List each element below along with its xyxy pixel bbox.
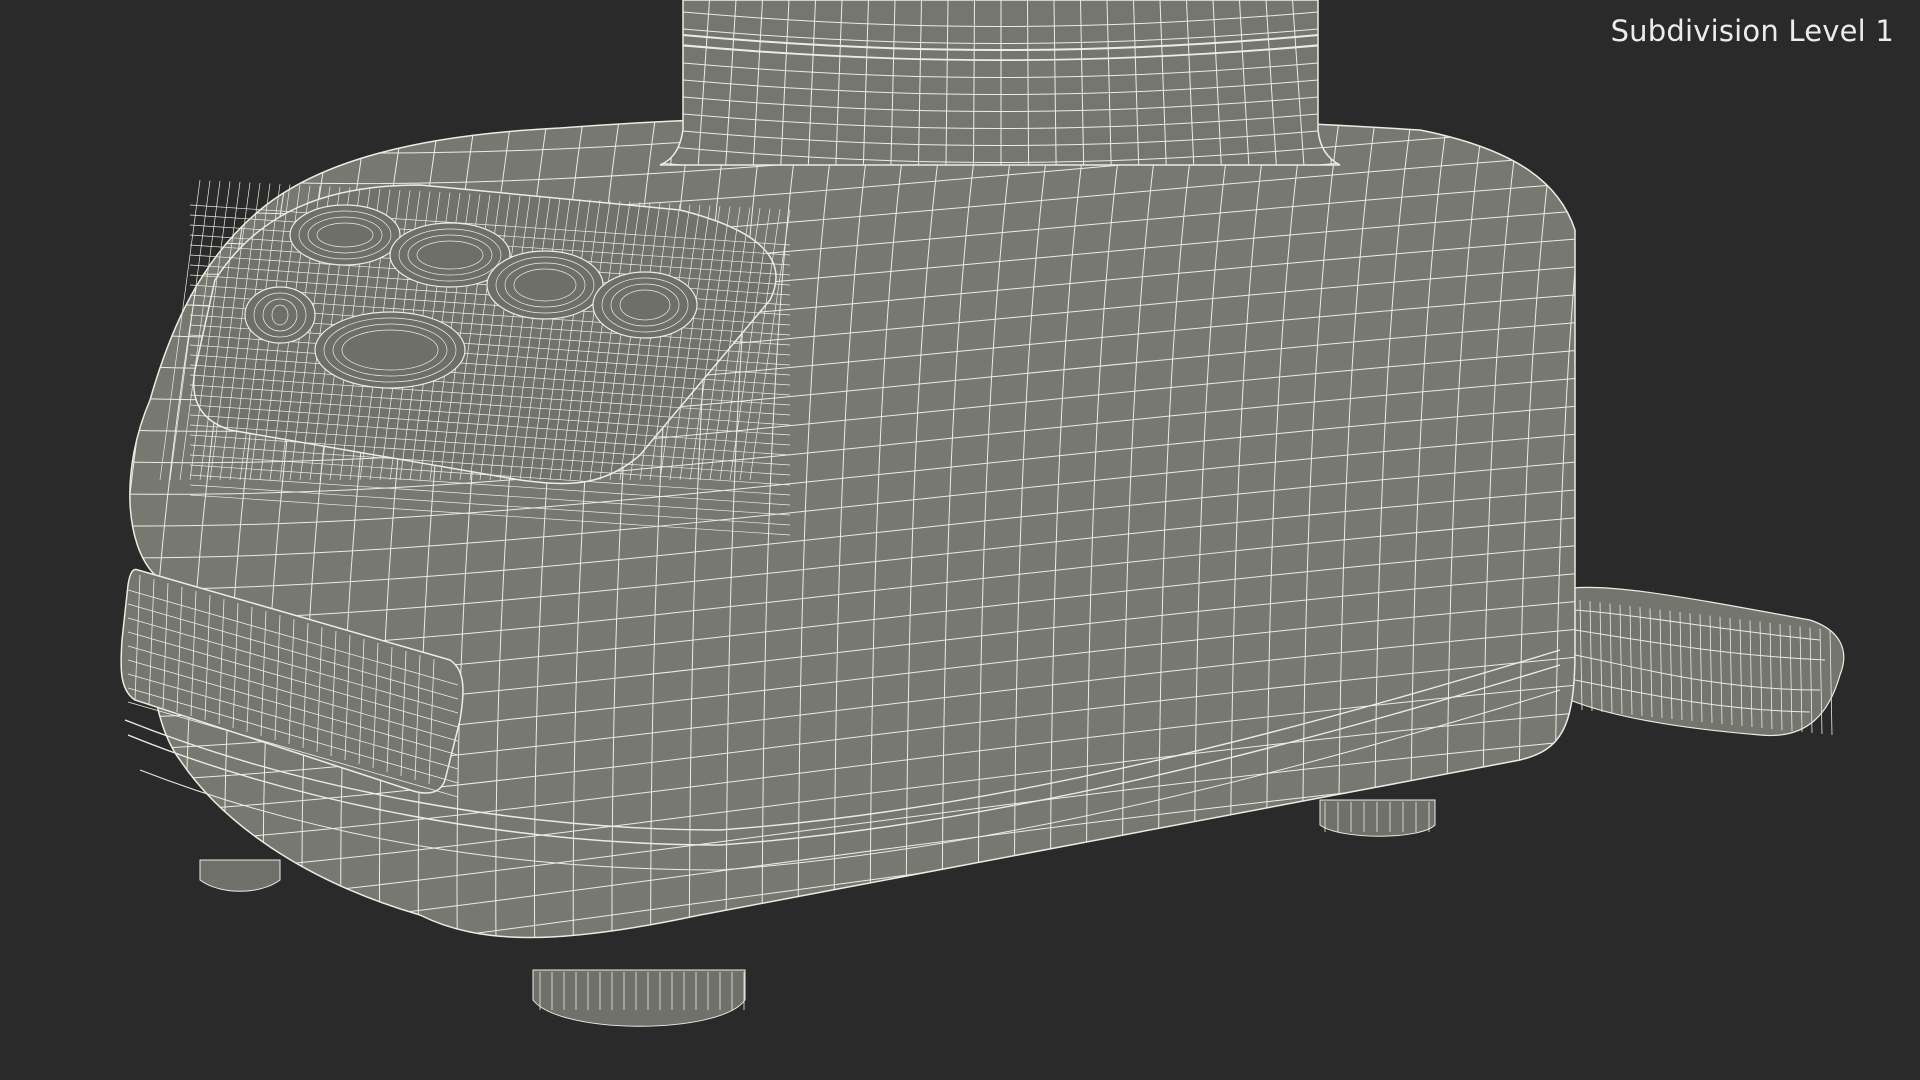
wireframe-render [120, 0, 1845, 1027]
3d-viewport[interactable]: Subdivision Level 1 [0, 0, 1920, 1080]
jar-collar [659, 0, 1341, 166]
power-cord [1559, 586, 1845, 737]
subdivision-level-label: Subdivision Level 1 [1610, 14, 1894, 48]
